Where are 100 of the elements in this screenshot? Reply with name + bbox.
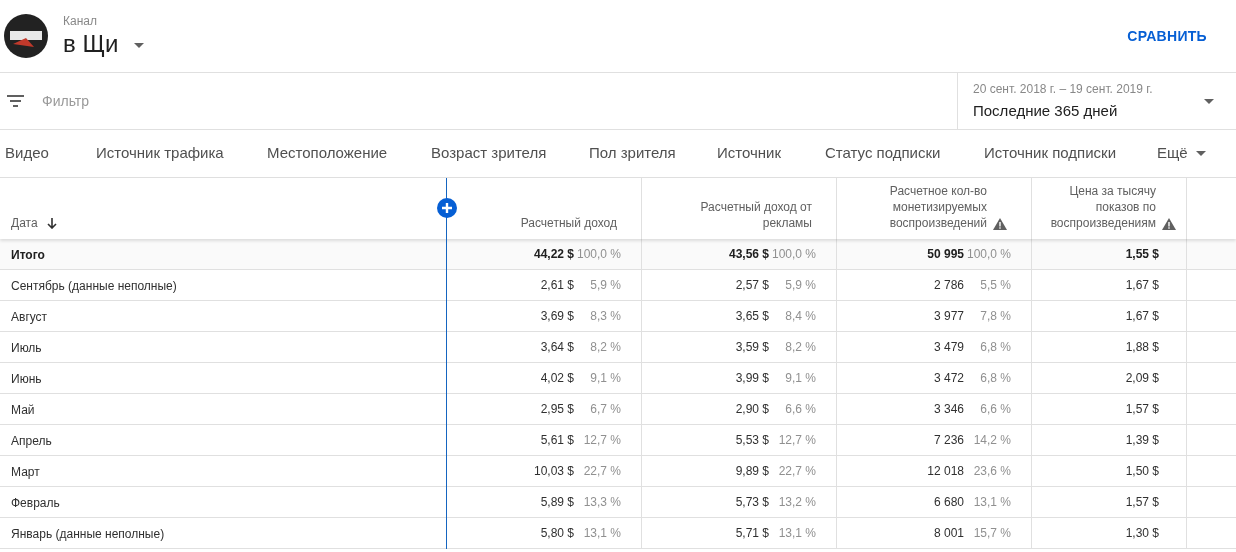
value-cell-text: 2,95 $ xyxy=(540,401,574,418)
tab[interactable]: Видео xyxy=(0,130,91,177)
row-label: Сентябрь (данные неполные) xyxy=(11,279,177,293)
channel-label: Канал xyxy=(63,13,98,28)
value-cell-text: 1,57 $ xyxy=(1125,494,1159,511)
percent-share: 12,7 % xyxy=(582,432,621,449)
warning-icon[interactable] xyxy=(993,218,1007,230)
percent-share: 5,9 % xyxy=(784,277,816,294)
value-cell-text: 44,22 $ xyxy=(533,246,574,263)
row-label: Август xyxy=(11,310,48,324)
percent-share: 22,7 % xyxy=(582,463,621,480)
warning-icon[interactable] xyxy=(1162,218,1176,230)
value-cell-text: 3 472 xyxy=(933,370,964,387)
value-cell-text: 6 680 xyxy=(933,494,964,511)
date-range-selector[interactable]: 20 сент. 2018 г. – 19 сент. 2019 г. Последние 365 дней xyxy=(957,73,1236,129)
filter-icon[interactable] xyxy=(7,95,24,107)
more-tab[interactable]: Ещё xyxy=(1157,142,1206,165)
value-cell-text: 3,65 $ xyxy=(735,308,769,325)
value-cell-text: 3 479 xyxy=(933,339,964,356)
percent-share: 5,9 % xyxy=(589,277,621,294)
column-title: Цена за тысячу показов по воспроизведениям xyxy=(1049,183,1156,231)
percent-share: 5,5 % xyxy=(979,277,1011,294)
value-cell-text: 3,69 $ xyxy=(540,308,574,325)
column-title: Дата xyxy=(11,215,38,231)
value-cell-text: 5,80 $ xyxy=(540,525,574,542)
value-cell-text: 2 786 xyxy=(933,277,964,294)
percent-share: 8,3 % xyxy=(589,308,621,325)
percent-share: 6,8 % xyxy=(979,370,1011,387)
channel-selector[interactable]: в Щи xyxy=(63,28,145,59)
value-cell-text: 3,59 $ xyxy=(735,339,769,356)
percent-share: 100,0 % xyxy=(965,246,1011,263)
value-cell-text: 5,53 $ xyxy=(735,432,769,449)
row-label: Итого xyxy=(11,248,45,262)
value-cell-text: 2,09 $ xyxy=(1125,370,1159,387)
value-cell-text: 7 236 xyxy=(933,432,964,449)
value-cell-text: 1,57 $ xyxy=(1125,401,1159,418)
row-label: Май xyxy=(11,403,35,417)
caret-icon xyxy=(1195,151,1206,156)
tab[interactable]: Местоположение xyxy=(262,130,426,177)
value-cell-text: 1,39 $ xyxy=(1125,432,1159,449)
percent-share: 7,8 % xyxy=(979,308,1011,325)
column-header[interactable]: Дата xyxy=(0,178,447,239)
percent-share: 9,1 % xyxy=(784,370,816,387)
value-cell-text: 1,50 $ xyxy=(1125,463,1159,480)
channel-avatar-icon xyxy=(4,14,48,58)
tab[interactable]: Возраст зрителя xyxy=(426,130,584,177)
percent-share: 8,2 % xyxy=(589,339,621,356)
value-cell-text: 3,64 $ xyxy=(540,339,574,356)
percent-share: 8,4 % xyxy=(784,308,816,325)
column-title: Расчетное кол-во монетизируемых воспроизведений xyxy=(888,183,987,231)
tab[interactable]: Статус подписки xyxy=(820,130,979,177)
add-column-icon[interactable] xyxy=(437,198,457,218)
compare-button[interactable]: СРАВНИТЬ xyxy=(1127,25,1207,47)
value-cell-text: 2,57 $ xyxy=(735,277,769,294)
value-cell-text: 5,71 $ xyxy=(735,525,769,542)
row-label: Февраль xyxy=(11,496,60,510)
row-label: Январь (данные неполные) xyxy=(11,527,165,541)
filter-field[interactable]: Фильтр xyxy=(42,90,442,112)
value-cell-text: 3 977 xyxy=(933,308,964,325)
percent-share: 9,1 % xyxy=(589,370,621,387)
percent-share: 13,3 % xyxy=(582,494,621,511)
caret-icon xyxy=(1204,98,1214,104)
value-cell-text: 1,88 $ xyxy=(1125,339,1159,356)
value-cell-text: 50 995 xyxy=(927,246,964,263)
percent-share: 13,1 % xyxy=(582,525,621,542)
value-cell-text: 12 018 xyxy=(927,463,964,480)
tab[interactable]: Источник xyxy=(712,130,820,177)
percent-share: 6,7 % xyxy=(589,401,621,418)
value-cell-text: 4,02 $ xyxy=(540,370,574,387)
percent-share: 23,6 % xyxy=(972,463,1011,480)
value-cell-text: 1,55 $ xyxy=(1125,246,1159,263)
tab[interactable]: Источник трафика xyxy=(91,130,262,177)
value-cell-text: 8 001 xyxy=(933,525,964,542)
tab[interactable]: Пол зрителя xyxy=(584,130,712,177)
percent-share: 14,2 % xyxy=(972,432,1011,449)
percent-share: 13,1 % xyxy=(777,525,816,542)
row-label: Апрель xyxy=(11,434,52,448)
sort-arrow-icon[interactable] xyxy=(46,218,57,229)
column-title: Расчетный доход xyxy=(520,215,617,231)
value-cell-text: 43,56 $ xyxy=(728,246,769,263)
percent-share: 13,1 % xyxy=(972,494,1011,511)
percent-share: 13,2 % xyxy=(777,494,816,511)
percent-share: 6,8 % xyxy=(979,339,1011,356)
value-cell-text: 10,03 $ xyxy=(533,463,574,480)
column-divider-handle[interactable] xyxy=(446,178,447,549)
percent-share: 6,6 % xyxy=(979,401,1011,418)
column-title: Расчетный доход от рекламы xyxy=(699,199,812,231)
percent-share: 100,0 % xyxy=(575,246,621,263)
row-label: Март xyxy=(11,465,40,479)
tab[interactable]: Источник подписки xyxy=(979,130,1159,177)
caret-icon xyxy=(134,42,145,48)
percent-share: 100,0 % xyxy=(770,246,816,263)
value-cell-text: 9,89 $ xyxy=(735,463,769,480)
value-cell-text: 1,67 $ xyxy=(1125,277,1159,294)
percent-share: 12,7 % xyxy=(777,432,816,449)
percent-share: 8,2 % xyxy=(784,339,816,356)
value-cell-text: 5,73 $ xyxy=(735,494,769,511)
percent-share: 15,7 % xyxy=(972,525,1011,542)
value-cell-text: 3 346 xyxy=(933,401,964,418)
value-cell-text: 5,89 $ xyxy=(540,494,574,511)
